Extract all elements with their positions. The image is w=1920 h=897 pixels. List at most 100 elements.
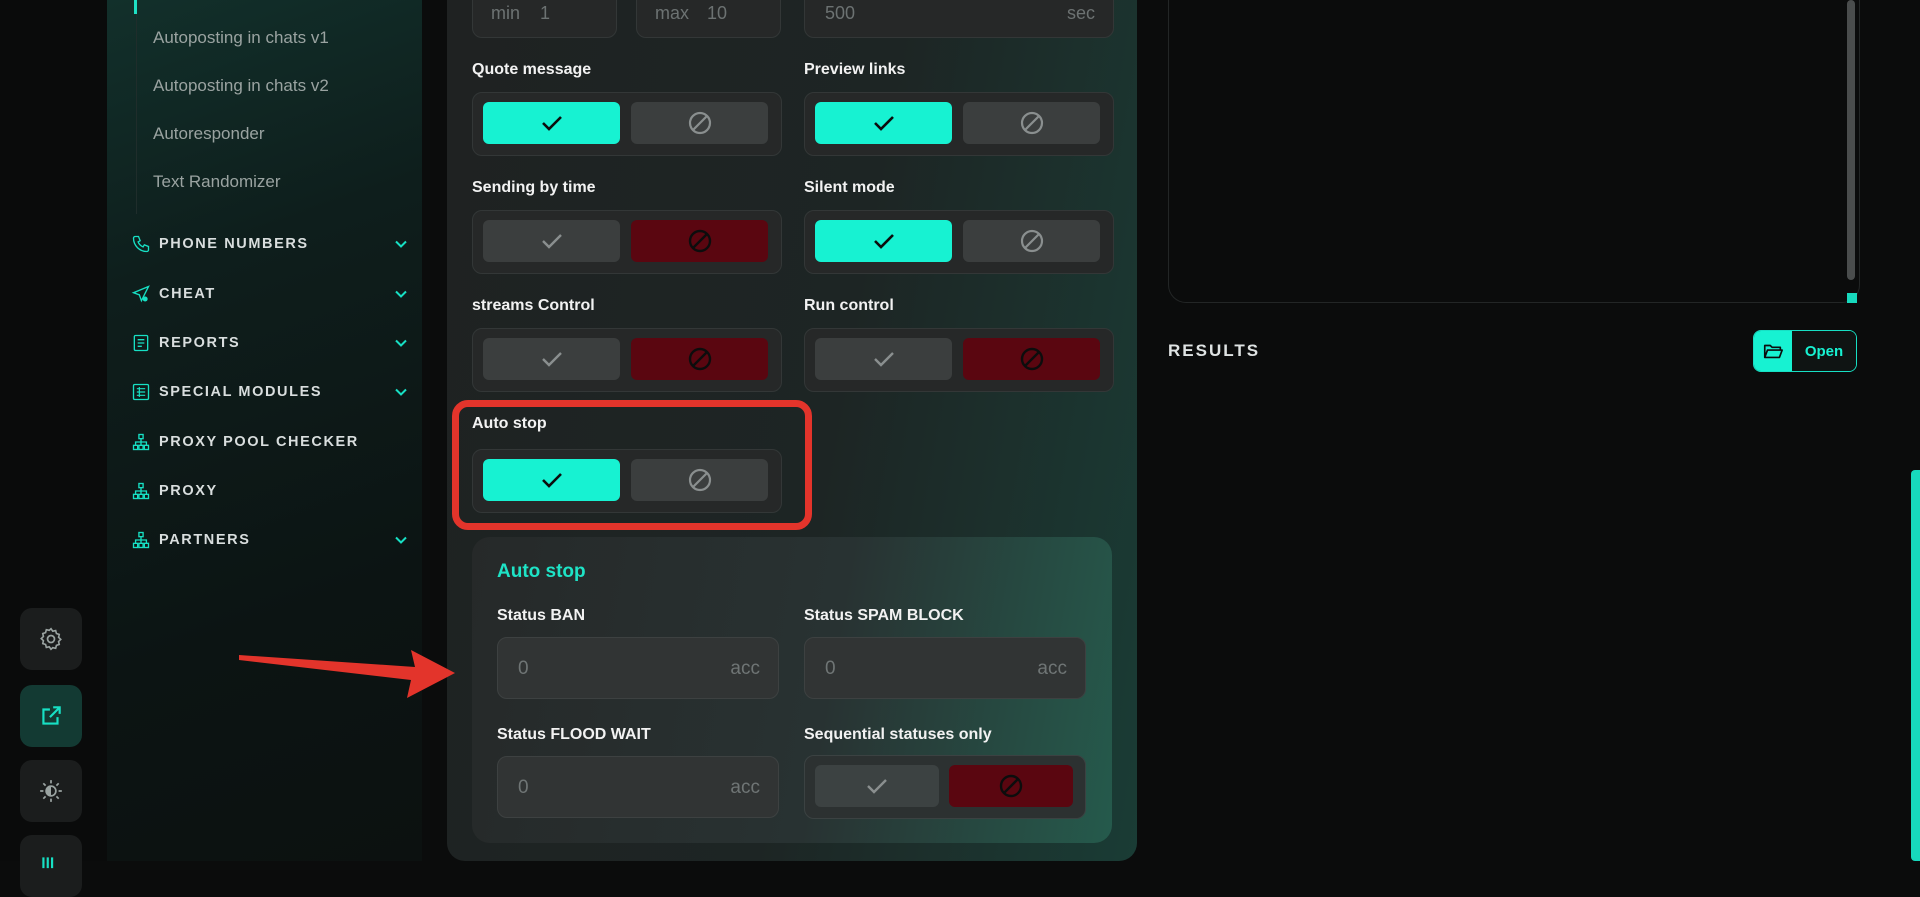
status-spam-block-unit: acc: [1037, 658, 1067, 679]
check-icon: [873, 352, 894, 367]
auto-stop-panel: Auto stop Status BAN 0 acc Status SPAM B…: [472, 537, 1112, 843]
min-input[interactable]: min 1: [472, 0, 617, 38]
sidebar-item-proxy[interactable]: PROXY: [131, 476, 409, 506]
submenu-guide-line: [136, 14, 137, 214]
silent-mode-no-button[interactable]: [963, 220, 1100, 262]
folder-open-icon: [1763, 344, 1783, 359]
page-scrollbar[interactable]: [1911, 470, 1920, 861]
sidebar-subitem-autoresponder[interactable]: Autoresponder: [153, 124, 265, 144]
status-flood-wait-input[interactable]: 0 acc: [497, 756, 779, 818]
sun-moon-icon: [40, 780, 62, 802]
check-icon: [541, 352, 562, 367]
delay-value: 500: [825, 3, 856, 23]
ban-icon: [688, 229, 711, 253]
min-label: min: [491, 3, 521, 23]
results-title: RESULTS: [1168, 341, 1261, 360]
sequential-statuses-label: Sequential statuses only: [804, 726, 992, 743]
sidebar-item-phone-numbers[interactable]: PHONE NUMBERS: [131, 229, 409, 259]
sidebar-item-label: REPORTS: [159, 335, 241, 351]
phone-icon: [132, 235, 150, 253]
red-arrow-annotation: [239, 650, 455, 698]
chevron-down-icon: [395, 536, 407, 544]
silent-mode-toggle: [804, 210, 1114, 274]
status-ban-input[interactable]: 0 acc: [497, 637, 779, 699]
run-control-toggle: [804, 328, 1114, 392]
sending-by-time-no-button[interactable]: [631, 220, 768, 262]
folder-icon-wrap: [1754, 331, 1792, 371]
streams-control-no-button[interactable]: [631, 338, 768, 380]
check-icon: [541, 116, 562, 131]
check-icon: [873, 234, 894, 249]
preview-links-yes-button[interactable]: [815, 102, 952, 144]
modules-icon: [132, 383, 150, 401]
sidebar-item-cheat[interactable]: CHEAT: [131, 279, 409, 309]
ban-icon: [1020, 111, 1043, 135]
ban-icon: [1020, 229, 1043, 253]
status-flood-wait-value: 0: [518, 777, 529, 798]
chevron-down-icon: [395, 388, 407, 396]
quote-message-no-button[interactable]: [631, 102, 768, 144]
auto-stop-panel-title: Auto stop: [497, 561, 586, 582]
chevron-down-icon: [395, 339, 407, 347]
quote-message-toggle: [472, 92, 782, 156]
sidebar-item-label: PHONE NUMBERS: [159, 236, 309, 252]
sidebar-item-reports[interactable]: REPORTS: [131, 328, 409, 358]
status-spam-block-input[interactable]: 0 acc: [804, 637, 1086, 699]
theme-toggle-button[interactable]: [20, 760, 82, 822]
sidebar-item-proxy-pool-checker[interactable]: PROXY POOL CHECKER: [131, 427, 409, 457]
sidebar-subitem-autoposting-v2[interactable]: Autoposting in chats v2: [153, 76, 329, 96]
chevron-down-icon: [395, 240, 407, 248]
status-ban-unit: acc: [730, 658, 760, 679]
sequential-statuses-yes-button[interactable]: [815, 765, 939, 807]
settings-button[interactable]: [20, 608, 82, 670]
streams-control-yes-button[interactable]: [483, 338, 620, 380]
stats-button[interactable]: [20, 835, 82, 897]
preview-links-no-button[interactable]: [963, 102, 1100, 144]
check-icon: [873, 116, 894, 131]
external-link-icon: [42, 706, 61, 725]
send-icon: [131, 285, 150, 303]
sending-by-time-yes-button[interactable]: [483, 220, 620, 262]
quote-message-yes-button[interactable]: [483, 102, 620, 144]
open-button-label: Open: [1792, 331, 1856, 371]
highlight-box: [452, 400, 812, 530]
ban-icon: [1020, 347, 1043, 371]
sequential-statuses-toggle: [804, 755, 1086, 819]
active-indicator: [134, 0, 137, 14]
run-control-no-button[interactable]: [963, 338, 1100, 380]
sequential-statuses-no-button[interactable]: [949, 765, 1073, 807]
quote-message-label: Quote message: [472, 61, 592, 78]
open-results-button[interactable]: Open: [1753, 330, 1857, 372]
delay-input[interactable]: 500 sec: [804, 0, 1114, 38]
sidebar-item-label: CHEAT: [159, 286, 216, 302]
preview-links-toggle: [804, 92, 1114, 156]
max-value: 10: [707, 3, 728, 23]
run-control-yes-button[interactable]: [815, 338, 952, 380]
status-spam-block-label: Status SPAM BLOCK: [804, 607, 964, 624]
sidebar-item-label: PROXY: [159, 483, 218, 499]
check-icon: [541, 234, 562, 249]
sending-by-time-label: Sending by time: [472, 179, 596, 196]
sidebar-subitem-autoposting-v1[interactable]: Autoposting in chats v1: [153, 28, 329, 48]
silent-mode-yes-button[interactable]: [815, 220, 952, 262]
sidebar-item-partners[interactable]: PARTNERS: [131, 525, 409, 555]
status-ban-label: Status BAN: [497, 607, 586, 624]
log-scrollbar[interactable]: [1847, 0, 1855, 280]
sidebar-item-label: PROXY POOL CHECKER: [159, 434, 359, 450]
sidebar-item-special-modules[interactable]: SPECIAL MODULES: [131, 377, 409, 407]
ban-icon: [688, 111, 711, 135]
max-label: max: [655, 3, 690, 23]
network-icon: [132, 531, 150, 549]
sidebar-subitem-text-randomizer[interactable]: Text Randomizer: [153, 172, 281, 192]
external-link-button[interactable]: [20, 685, 82, 747]
sidebar-item-label: PARTNERS: [159, 532, 251, 548]
max-input[interactable]: max 10: [636, 0, 781, 38]
status-flood-wait-unit: acc: [730, 777, 760, 798]
resize-handle[interactable]: [1847, 293, 1857, 303]
chevron-down-icon: [395, 290, 407, 298]
status-spam-block-value: 0: [825, 658, 836, 679]
run-control-label: Run control: [804, 297, 894, 314]
sidebar-item-label: SPECIAL MODULES: [159, 384, 323, 400]
chart-icon: [42, 857, 54, 869]
sidebar: Autoposting in chats v1 Autoposting in c…: [107, 0, 422, 861]
